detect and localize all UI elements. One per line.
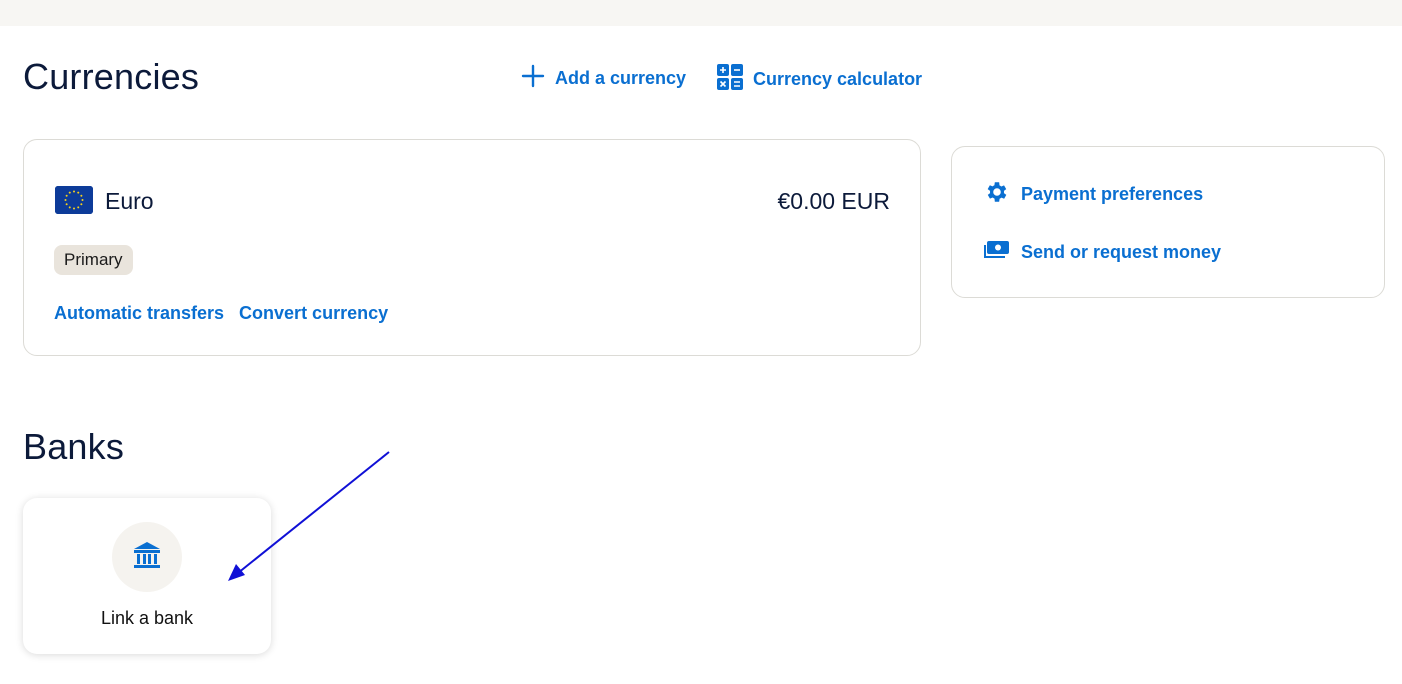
link-bank-label: Link a bank bbox=[100, 608, 194, 628]
bank-icon bbox=[132, 540, 162, 575]
send-request-money-link[interactable]: Send or request money bbox=[984, 239, 1221, 266]
calculator-icon bbox=[717, 64, 743, 95]
eu-flag-icon bbox=[55, 186, 93, 214]
currency-balance: €0.00 EUR bbox=[777, 188, 890, 214]
bank-icon-circle bbox=[112, 522, 182, 592]
payment-preferences-label: Payment preferences bbox=[1021, 184, 1204, 204]
convert-currency-link[interactable]: Convert currency bbox=[239, 303, 388, 324]
banks-title: Banks bbox=[23, 426, 125, 467]
currency-calculator-label: Currency calculator bbox=[753, 69, 923, 89]
currency-calculator-button[interactable]: Currency calculator bbox=[717, 64, 922, 95]
send-request-money-label: Send or request money bbox=[1021, 242, 1222, 262]
euro-currency-card[interactable]: Euro €0.00 EUR Primary Automatic transfe… bbox=[23, 139, 921, 356]
currencies-title: Currencies bbox=[23, 56, 200, 97]
top-bar bbox=[0, 0, 1402, 26]
quick-actions-card: Payment preferences Send or request mone… bbox=[951, 146, 1385, 298]
money-icon bbox=[984, 239, 1010, 266]
add-currency-label: Add a currency bbox=[555, 68, 687, 88]
currency-name: Euro bbox=[105, 188, 154, 214]
currency-actions: Automatic transfers Convert currency bbox=[54, 303, 388, 324]
link-bank-tile[interactable]: Link a bank bbox=[23, 498, 271, 654]
plus-icon bbox=[521, 64, 545, 93]
payment-preferences-link[interactable]: Payment preferences bbox=[984, 179, 1203, 210]
gear-icon bbox=[984, 179, 1010, 210]
automatic-transfers-link[interactable]: Automatic transfers bbox=[54, 303, 224, 324]
add-currency-button[interactable]: Add a currency bbox=[521, 64, 686, 93]
primary-badge: Primary bbox=[54, 245, 133, 275]
